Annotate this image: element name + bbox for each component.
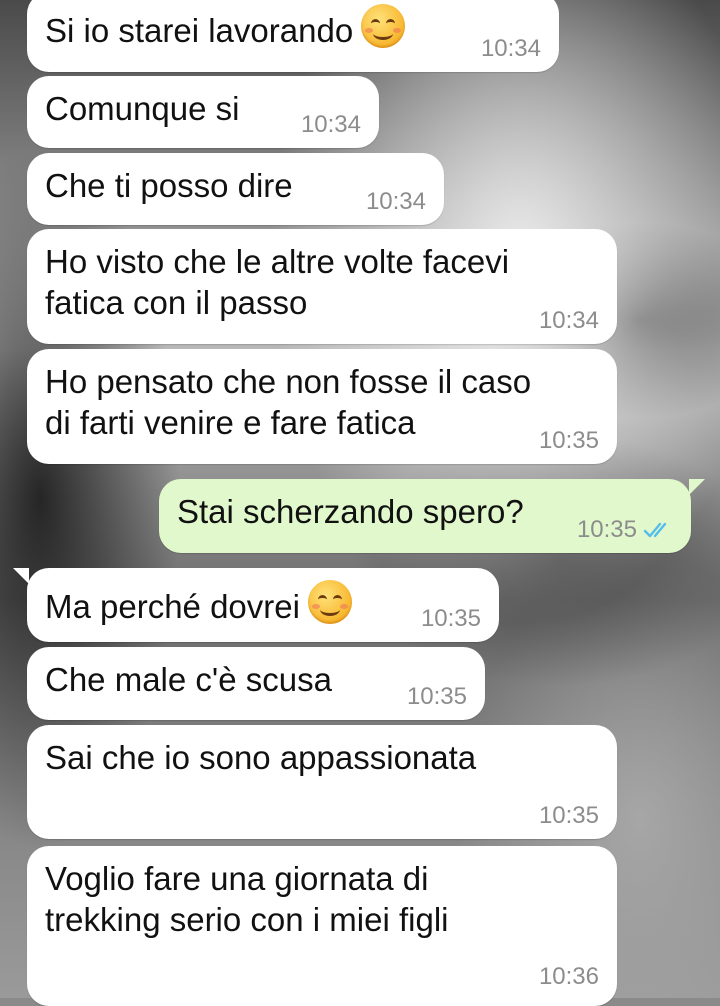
message-list[interactable]: Si io starei lavorando 10:34 Comunque si… <box>0 0 720 1006</box>
message-bubble-incoming[interactable]: Voglio fare una giornata di trekking ser… <box>27 846 617 1006</box>
message-text: Ma perché dovrei <box>45 588 300 625</box>
message-meta: 10:35 <box>407 684 467 710</box>
message-bubble-incoming[interactable]: Ma perché dovrei 10:35 <box>13 568 499 642</box>
message-time: 10:35 <box>406 683 467 710</box>
message-bubble-incoming[interactable]: Ho visto che le altre volte facevi fatic… <box>27 229 617 344</box>
message-text: Stai scherzando spero? <box>177 493 524 530</box>
smiling-face-icon <box>361 4 406 48</box>
message-meta: 10:35 <box>421 606 481 632</box>
message-time: 10:36 <box>538 963 599 990</box>
message-text: Ho visto che le altre volte facevi fatic… <box>45 243 510 321</box>
message-text: Che male c'è scusa <box>45 661 332 698</box>
message-time: 10:34 <box>365 188 426 215</box>
message-time: 10:34 <box>300 111 361 138</box>
smiling-face-icon <box>307 580 352 624</box>
message-text: Comunque si <box>45 90 240 127</box>
message-meta: 10:34 <box>481 36 541 62</box>
message-meta: 10:34 <box>366 189 426 215</box>
message-text: Sai che io sono appassionata <box>45 739 477 776</box>
message-text: Ho pensato che non fosse il caso di fart… <box>45 363 532 441</box>
message-bubble-incoming[interactable]: Sai che io sono appassionata 10:35 <box>27 725 617 839</box>
message-meta: 10:35 <box>577 517 673 543</box>
message-time: 10:35 <box>576 516 637 543</box>
message-text: Voglio fare una giornata di trekking ser… <box>45 860 449 938</box>
message-meta: 10:36 <box>539 964 599 990</box>
message-meta: 10:34 <box>539 308 599 334</box>
message-time: 10:34 <box>480 35 541 62</box>
message-bubble-incoming[interactable]: Che male c'è scusa 10:35 <box>27 647 485 720</box>
message-meta: 10:35 <box>539 428 599 454</box>
message-bubble-incoming[interactable]: Comunque si 10:34 <box>27 76 379 148</box>
message-text: Che ti posso dire <box>45 167 293 204</box>
double-check-icon <box>643 522 667 538</box>
message-time: 10:35 <box>538 802 599 829</box>
message-bubble-incoming[interactable]: Ho pensato che non fosse il caso di fart… <box>27 349 617 464</box>
message-time: 10:35 <box>538 427 599 454</box>
message-bubble-outgoing[interactable]: Stai scherzando spero? 10:35 <box>159 479 705 553</box>
message-bubble-incoming[interactable]: Si io starei lavorando 10:34 <box>27 0 559 72</box>
message-text: Si io starei lavorando <box>45 12 354 49</box>
message-meta: 10:34 <box>301 112 361 138</box>
message-meta: 10:35 <box>539 803 599 829</box>
message-bubble-incoming[interactable]: Che ti posso dire 10:34 <box>27 153 444 225</box>
message-time: 10:35 <box>420 605 481 632</box>
message-time: 10:34 <box>538 307 599 334</box>
